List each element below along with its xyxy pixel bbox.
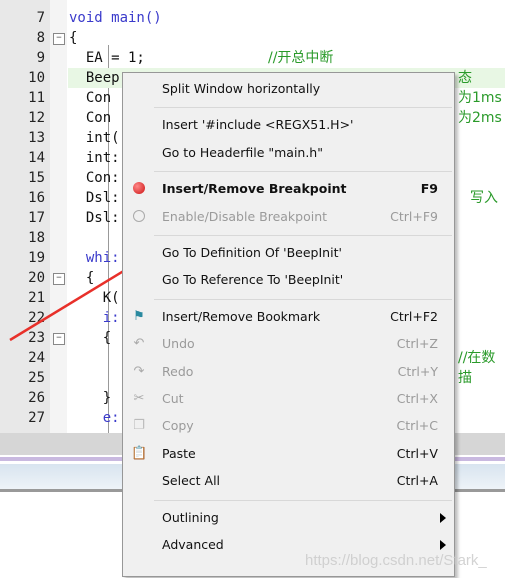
menu-item-label: Enable/Disable Breakpoint [162,208,328,224]
menu-separator [154,235,452,236]
context-menu: Split Window horizontally Insert '#includ… [122,72,455,577]
bookmark-flag-icon: ⚑ [133,308,145,324]
menu-item-shortcut: Ctrl+Z [396,336,438,352]
menu-item-label: Go to Headerfile "main.h" [162,144,323,160]
scissors-icon: ✂ [133,391,145,406]
menu-item-insert-remove-breakpoint[interactable]: Insert/Remove Breakpoint F9 [123,176,454,202]
watermark: https://blog.csdn.net/Stark_ [305,552,487,569]
menu-item-label: Undo [162,336,195,352]
menu-item-label: Insert '#include <REGX51.H>' [162,117,354,133]
menu-item-go-to-reference-to-beepinit[interactable]: Go To Reference To 'BeepInit' [123,267,454,293]
submenu-arrow-icon [440,512,446,523]
submenu-arrow-icon [440,540,446,550]
menu-item-go-to-definition-of-beepinit[interactable]: Go To Definition Of 'BeepInit' [123,240,454,266]
menu-item-label: Advanced [162,537,224,552]
menu-item-label: Paste [162,445,196,461]
menu-item-paste[interactable]: 📋 Paste Ctrl+V [123,441,454,467]
menu-item-label: Insert/Remove Bookmark [162,308,321,324]
menu-item-shortcut: Ctrl+C [396,418,438,434]
menu-item-split-window-horizontally[interactable]: Split Window horizontally [123,76,454,102]
menu-item-label: Copy [162,418,194,434]
menu-item-shortcut: Ctrl+F2 [390,308,438,324]
menu-item-redo[interactable]: ↷ Redo Ctrl+Y [123,359,454,385]
menu-item-shortcut: Ctrl+Y [397,363,438,379]
menu-item-label: Insert/Remove Breakpoint [162,181,347,197]
menu-item-copy[interactable]: ❐ Copy Ctrl+C [123,413,454,439]
menu-item-label: Cut [162,391,184,406]
undo-icon: ↶ [133,336,145,352]
menu-item-shortcut: Ctrl+A [396,473,438,489]
menu-item-shortcut: F9 [420,181,438,197]
menu-item-cut[interactable]: ✂ Cut Ctrl+X [123,386,454,412]
breakpoint-icon [131,182,147,196]
breakpoint-outline-icon [131,209,147,224]
menu-item-shortcut: Ctrl+X [396,391,438,406]
menu-item-undo[interactable]: ↶ Undo Ctrl+Z [123,331,454,357]
menu-item-label: Go To Definition Of 'BeepInit' [162,245,342,260]
menu-item-go-to-headerfile-main-h[interactable]: Go to Headerfile "main.h" [123,140,454,166]
menu-item-insert-remove-bookmark[interactable]: ⚑ Insert/Remove Bookmark Ctrl+F2 [123,304,454,330]
redo-icon: ↷ [133,363,145,379]
clipboard-icon: 📋 [131,445,148,461]
menu-item-outlining[interactable]: Outlining [123,505,454,531]
menu-separator [154,107,452,109]
menu-item-label: Split Window horizontally [162,81,321,96]
menu-separator [154,298,452,300]
menu-item-enable-disable-breakpoint[interactable]: Enable/Disable Breakpoint Ctrl+F9 [123,204,454,230]
menu-item-label: Go To Reference To 'BeepInit' [162,272,344,288]
menu-item-select-all[interactable]: Select All Ctrl+A [123,468,454,494]
menu-separator [154,171,452,173]
menu-item-insert-include-regx51-h[interactable]: Insert '#include <REGX51.H>' [123,112,454,138]
menu-item-label: Redo [162,363,194,379]
menu-item-shortcut: Ctrl+F9 [390,208,438,224]
menu-item-label: Select All [162,473,221,489]
menu-separator [154,499,452,501]
menu-item-label: Outlining [162,509,219,525]
menu-item-shortcut: Ctrl+V [396,445,438,461]
copy-icon: ❐ [133,418,145,434]
